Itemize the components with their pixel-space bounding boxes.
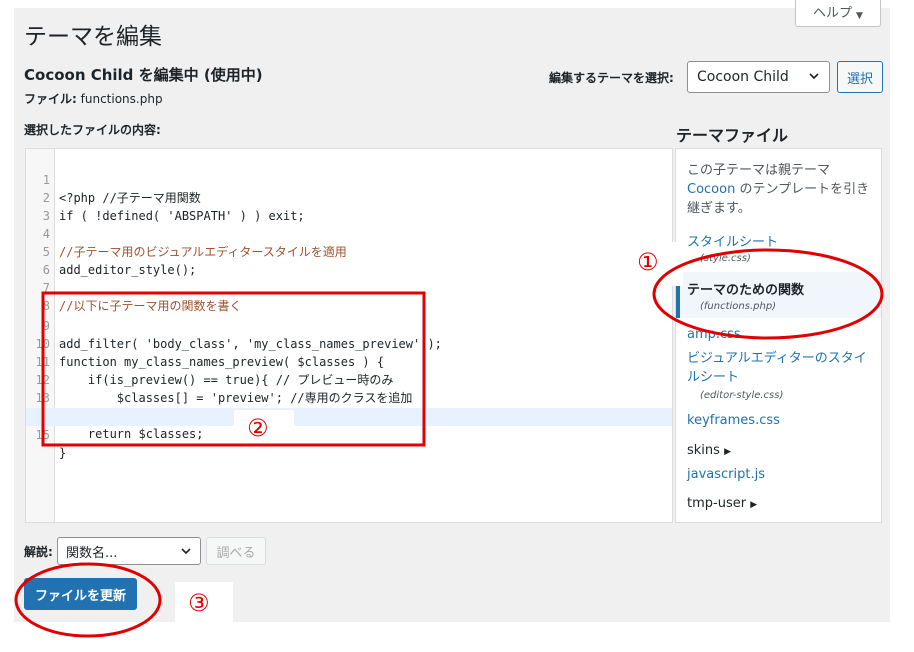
annotation-ellipse-update [14, 562, 162, 638]
annotation-number-3: ③ [188, 589, 210, 617]
annotation-number-2: ② [247, 414, 269, 442]
annotation-rect-code [41, 291, 426, 447]
annotation-number-1: ① [637, 248, 659, 276]
annotation-shapes [14, 248, 884, 638]
annotation-ellipse-functions [652, 248, 884, 340]
